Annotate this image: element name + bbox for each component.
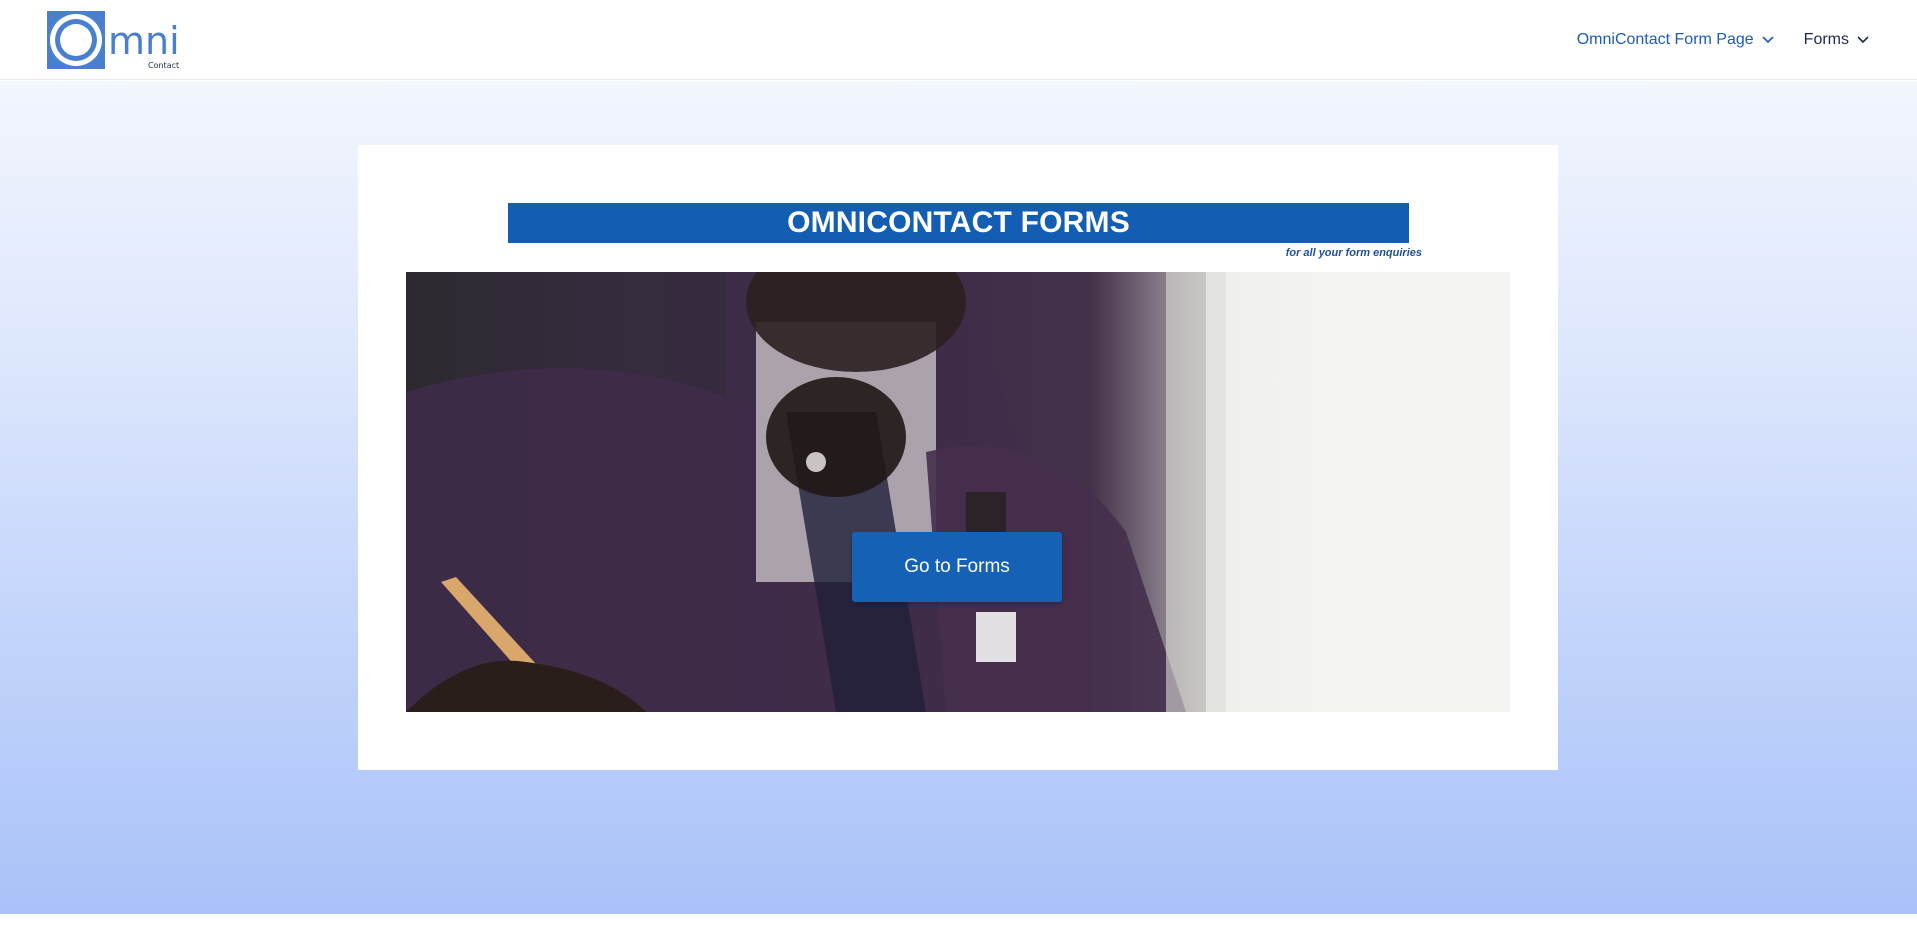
nav-item-omnicontact-form-page[interactable]: OmniContact Form Page — [1577, 31, 1774, 49]
logo-text: mni — [108, 19, 180, 63]
nav-item-forms[interactable]: Forms — [1804, 31, 1869, 49]
hero-card: OMNICONTACT FORMS for all your form enqu… — [358, 145, 1558, 770]
page-title: OMNICONTACT FORMS — [787, 206, 1130, 239]
nav-item-label: Forms — [1803, 31, 1849, 48]
omni-logo[interactable]: mni Contact — [46, 10, 180, 70]
chevron-down-icon — [1857, 36, 1869, 44]
go-to-forms-button[interactable]: Go to Forms — [852, 532, 1062, 602]
logo-subtext: Contact — [148, 61, 179, 70]
site-header: mni Contact OmniContact Form Page Forms — [0, 0, 1917, 80]
omni-logo-icon: mni Contact — [47, 11, 180, 70]
title-banner: OMNICONTACT FORMS — [508, 203, 1409, 243]
chevron-down-icon — [1762, 36, 1774, 44]
nav-item-label: OmniContact Form Page — [1576, 31, 1754, 48]
tagline: for all your form enquiries — [1285, 247, 1422, 259]
footer-strip — [0, 914, 1917, 941]
hero-photo: Go to Forms — [406, 272, 1510, 712]
main-nav: OmniContact Form Page Forms — [1577, 0, 1869, 80]
businessman-photo — [406, 272, 1510, 712]
